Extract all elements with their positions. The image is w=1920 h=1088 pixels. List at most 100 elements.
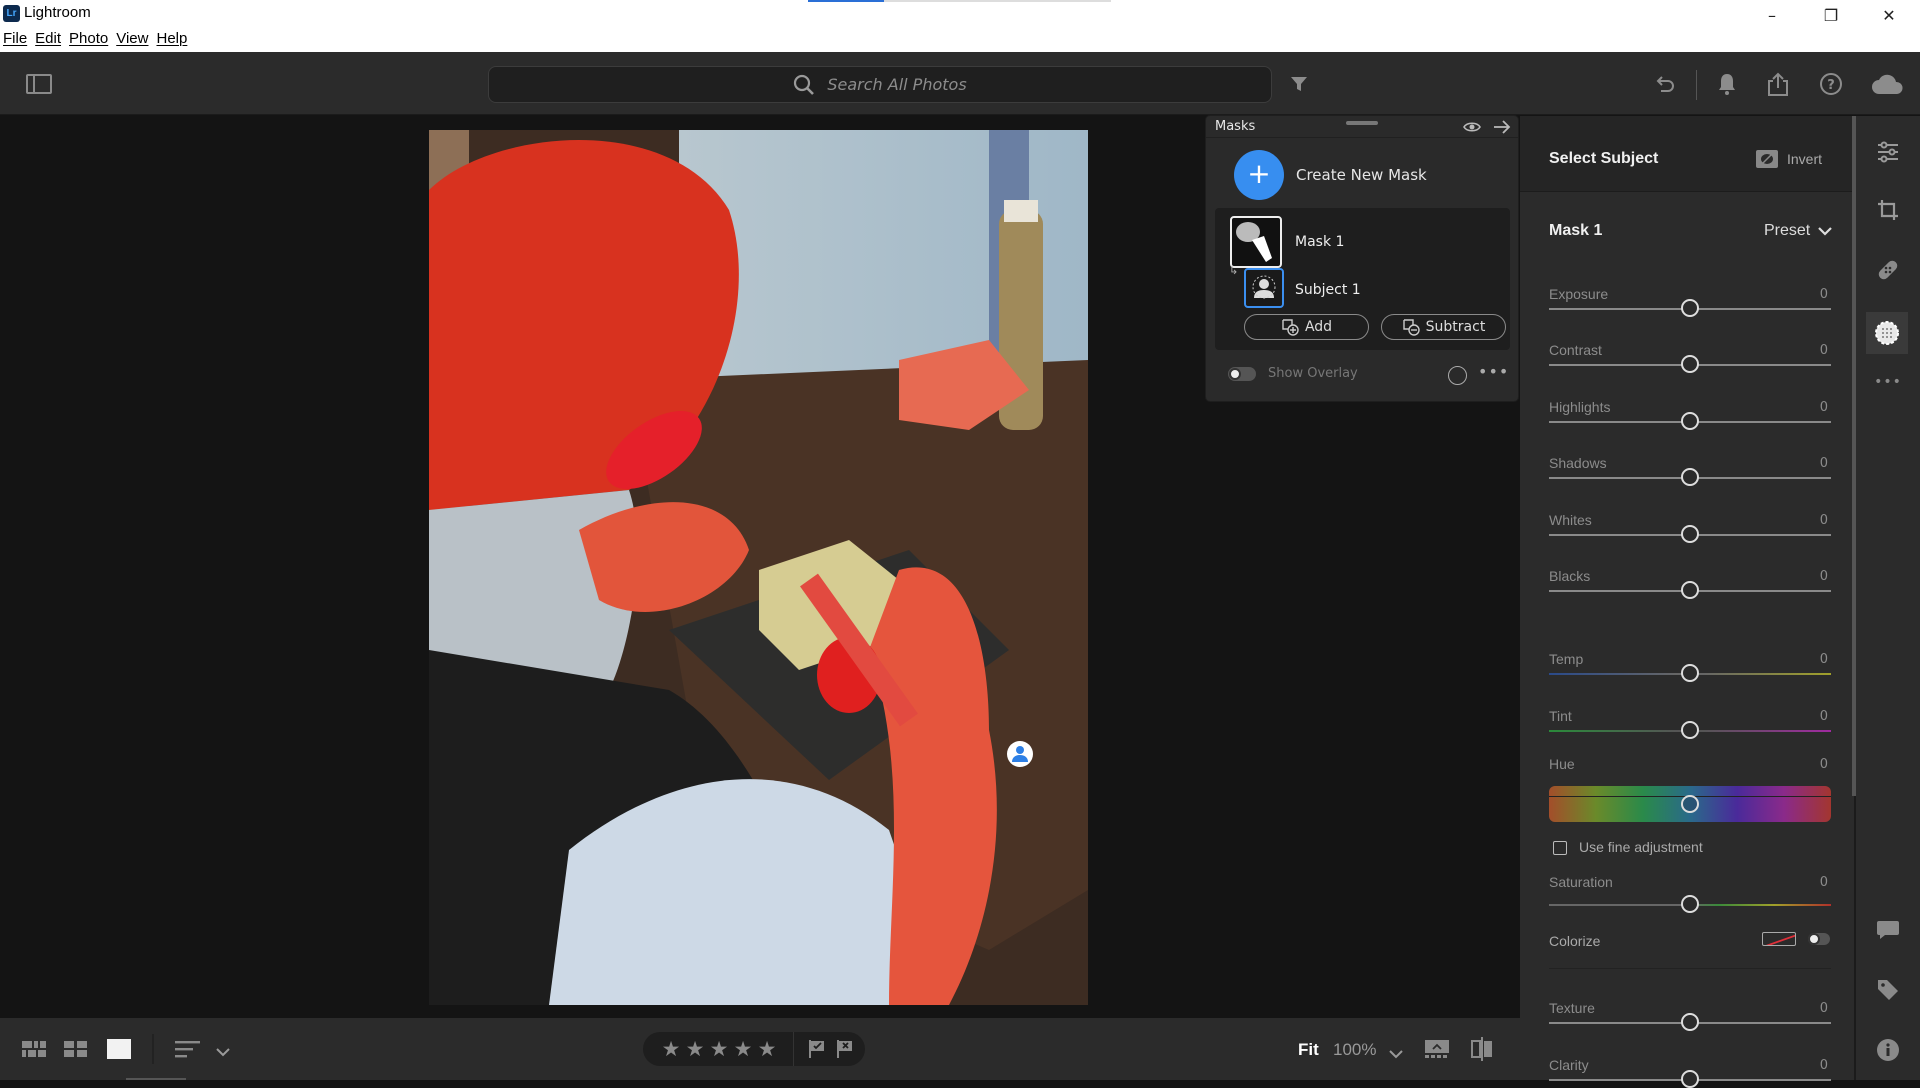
exposure-value[interactable]: 0 xyxy=(1820,287,1828,302)
minimize-button[interactable]: – xyxy=(1747,0,1797,30)
temp-slider-knob[interactable] xyxy=(1681,664,1699,682)
detail-view-icon[interactable] xyxy=(107,1039,131,1059)
zoom-level-dropdown[interactable]: 100% xyxy=(1333,1040,1376,1060)
before-after-compare-icon[interactable] xyxy=(1470,1036,1494,1066)
create-new-mask-button[interactable]: + xyxy=(1234,150,1284,200)
edit-sliders-icon[interactable] xyxy=(1872,136,1904,168)
hue-slider-knob[interactable] xyxy=(1681,795,1699,813)
fine-adjustment-checkbox[interactable] xyxy=(1553,841,1567,855)
rating-star-1[interactable]: ★ xyxy=(659,1037,683,1061)
texture-label: Texture xyxy=(1549,1000,1595,1016)
collapse-arrow-icon[interactable] xyxy=(1493,120,1511,134)
fit-zoom-button[interactable]: Fit xyxy=(1298,1040,1319,1060)
tint-value[interactable]: 0 xyxy=(1820,709,1828,724)
mask-group: Mask 1 ↳ Subject 1 Add Subtract xyxy=(1215,208,1510,350)
crop-rotate-icon[interactable] xyxy=(1872,194,1904,226)
blacks-slider-knob[interactable] xyxy=(1681,581,1699,599)
highlights-value[interactable]: 0 xyxy=(1820,400,1828,415)
healing-bandage-icon[interactable] xyxy=(1872,254,1904,286)
show-overlay-toggle[interactable] xyxy=(1228,367,1256,381)
filter-icon[interactable] xyxy=(1285,70,1313,98)
grid-view-icon[interactable] xyxy=(64,1039,88,1059)
temp-value[interactable]: 0 xyxy=(1820,652,1828,667)
comments-icon[interactable] xyxy=(1872,914,1904,946)
notifications-icon[interactable] xyxy=(1713,70,1741,98)
exposure-slider-knob[interactable] xyxy=(1681,299,1699,317)
menu-file[interactable]: File xyxy=(3,30,27,47)
fine-adjustment-label[interactable]: Use fine adjustment xyxy=(1579,839,1703,855)
hue-label: Hue xyxy=(1549,756,1575,772)
mask-1-label[interactable]: Mask 1 xyxy=(1295,234,1344,250)
square-grid-view-icon[interactable] xyxy=(22,1039,46,1059)
saturation-slider-knob[interactable] xyxy=(1681,895,1699,913)
rating-star-3[interactable]: ★ xyxy=(707,1037,731,1061)
masking-icon[interactable] xyxy=(1866,312,1908,354)
clarity-value[interactable]: 0 xyxy=(1820,1058,1828,1073)
help-icon[interactable]: ? xyxy=(1817,70,1845,98)
menu-view[interactable]: View xyxy=(116,30,148,47)
highlights-slider-knob[interactable] xyxy=(1681,412,1699,430)
invert-icon[interactable] xyxy=(1756,150,1778,168)
tint-slider-knob[interactable] xyxy=(1681,721,1699,739)
cloud-icon[interactable] xyxy=(1870,70,1906,98)
colorize-toggle[interactable] xyxy=(1808,933,1830,945)
undo-icon[interactable] xyxy=(1652,70,1680,98)
invert-label[interactable]: Invert xyxy=(1787,151,1822,167)
shadows-value[interactable]: 0 xyxy=(1820,456,1828,471)
more-options-icon[interactable]: ••• xyxy=(1478,362,1509,381)
visibility-eye-icon[interactable] xyxy=(1463,121,1481,133)
rating-star-2[interactable]: ★ xyxy=(683,1037,707,1061)
subject-1-label[interactable]: Subject 1 xyxy=(1295,282,1361,298)
add-button[interactable]: Add xyxy=(1244,314,1369,340)
menu-edit[interactable]: Edit xyxy=(35,30,61,47)
chevron-down-icon xyxy=(1818,227,1833,236)
subject-pin-icon[interactable] xyxy=(1007,741,1033,767)
sort-icon[interactable] xyxy=(175,1040,201,1058)
subtract-button[interactable]: Subtract xyxy=(1381,314,1506,340)
colorize-label: Colorize xyxy=(1549,933,1601,949)
shadows-slider-knob[interactable] xyxy=(1681,468,1699,486)
filmstrip-toggle-icon[interactable] xyxy=(1424,1038,1450,1064)
search-input[interactable]: Search All Photos xyxy=(488,66,1272,103)
masks-panel: Masks + Create New Mask Mask 1 ↳ Subject… xyxy=(1206,116,1518,401)
menu-photo[interactable]: Photo xyxy=(69,30,108,47)
whites-value[interactable]: 0 xyxy=(1820,513,1828,528)
contrast-slider-knob[interactable] xyxy=(1681,355,1699,373)
shadows-label: Shadows xyxy=(1549,455,1607,471)
masks-panel-title: Masks xyxy=(1215,119,1256,134)
masks-panel-header[interactable]: Masks xyxy=(1206,116,1518,138)
whites-slider-knob[interactable] xyxy=(1681,525,1699,543)
hue-slider[interactable] xyxy=(1549,786,1831,822)
panel-toggle-icon[interactable] xyxy=(26,74,52,94)
flag-reject-icon[interactable] xyxy=(836,1039,854,1059)
texture-value[interactable]: 0 xyxy=(1820,1001,1828,1016)
create-new-mask-label[interactable]: Create New Mask xyxy=(1296,166,1427,184)
whites-label: Whites xyxy=(1549,512,1592,528)
menu-help[interactable]: Help xyxy=(156,30,187,47)
rating-star-4[interactable]: ★ xyxy=(731,1037,755,1061)
close-button[interactable]: ✕ xyxy=(1864,0,1914,30)
top-toolbar: Search All Photos ? xyxy=(0,52,1920,115)
texture-slider-knob[interactable] xyxy=(1681,1013,1699,1031)
colorize-swatch[interactable] xyxy=(1762,932,1796,946)
preset-dropdown[interactable]: Preset xyxy=(1764,222,1833,240)
keywords-tag-icon[interactable] xyxy=(1872,974,1904,1006)
title-bar: Lr Lightroom File Edit Photo View Help –… xyxy=(0,0,1920,52)
overlay-color-swatch[interactable] xyxy=(1448,366,1467,385)
rating-star-5[interactable]: ★ xyxy=(755,1037,779,1061)
blacks-value[interactable]: 0 xyxy=(1820,569,1828,584)
clarity-slider-knob[interactable] xyxy=(1681,1070,1699,1088)
subject-component-thumbnail[interactable] xyxy=(1244,268,1284,308)
sort-chevron-icon[interactable] xyxy=(216,1042,230,1061)
flag-pick-icon[interactable] xyxy=(808,1039,826,1059)
info-icon[interactable] xyxy=(1872,1034,1904,1066)
restore-button[interactable]: ❐ xyxy=(1806,0,1856,30)
more-tools-icon[interactable]: ••• xyxy=(1872,366,1904,398)
contrast-value[interactable]: 0 xyxy=(1820,343,1828,358)
zoom-chevron-icon[interactable] xyxy=(1389,1044,1403,1063)
photo-image[interactable] xyxy=(429,130,1088,1005)
share-icon[interactable] xyxy=(1764,70,1792,98)
mask-thumbnail[interactable] xyxy=(1230,216,1282,268)
drag-handle[interactable] xyxy=(1346,121,1378,125)
saturation-label: Saturation xyxy=(1549,874,1613,890)
